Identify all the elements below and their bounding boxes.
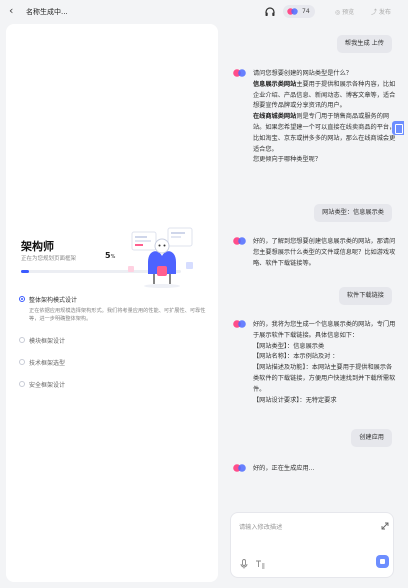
user-message: 网站类型：信息展示类: [314, 204, 392, 222]
top-bar: ‹ 名称生成中... 74 ◎ 预览 ⤴ 发布: [0, 0, 408, 24]
headset-icon[interactable]: [264, 6, 276, 18]
prompt-input-box[interactable]: 请输入修改描述: [230, 512, 394, 578]
bot-question: 您更倾向于哪种类型呢？: [253, 156, 322, 164]
assistant-avatar-icon: [233, 320, 246, 328]
step-item: 模块框架设计: [19, 336, 209, 345]
app-title: 名称生成中...: [26, 8, 68, 16]
step-status-icon: [19, 296, 25, 302]
assistant-avatar-icon: [233, 237, 246, 245]
bot-intro: 好的，我将为您生成一个信息展示类的网站，专门用于展示软件下载链接。具体信息如下：: [253, 321, 396, 339]
brand-logo-icon: [287, 8, 298, 15]
step-description: 正在依据应用规模选择架构形式。我们将考量应用的性能、可扩展性、可靠性等，进一步明…: [29, 308, 206, 322]
microphone-icon[interactable]: [240, 559, 248, 569]
text-format-icon[interactable]: [255, 559, 265, 569]
chevron-left-icon[interactable]: ‹: [9, 5, 13, 17]
summary-line: 【网站名称】：本示例站及对 ：: [253, 353, 339, 361]
summary-line: 【网站设计要求】：无特定要求: [253, 396, 337, 404]
user-message: 帮我生成 上传: [336, 35, 392, 53]
step-name: 技术框架选型: [29, 360, 66, 367]
role-subtitle: 正在为您规划页面框架: [21, 256, 77, 262]
user-message: 软件下载链接: [338, 287, 392, 305]
bot-message-text: 好的，我将为您生成一个信息展示类的网站，专门用于展示软件下载链接。具体信息如下：…: [253, 320, 396, 406]
progress-percent-unit: %: [110, 254, 116, 260]
step-list: 整体架构模式设计 正在依据应用规模选择架构形式。我们将考量应用的性能、可扩展性、…: [19, 295, 209, 402]
summary-line: 【网站类型】：信息展示类: [253, 342, 325, 350]
bot-message-text: 好的，正在生成应用...: [253, 465, 315, 472]
progress-fill: [21, 270, 29, 273]
option-shop-title: 在线商城类网站: [253, 113, 297, 121]
preview-button[interactable]: ◎ 预览: [335, 7, 354, 16]
prompt-input[interactable]: 请输入修改描述: [239, 522, 282, 531]
preview-label: 预览: [342, 9, 355, 16]
credits-count: 74: [302, 8, 310, 15]
step-name: 模块框架设计: [29, 338, 66, 345]
bot-message-text: 好的，了解到您想要创建信息展示类的网站，那请问您主要想展示什么类型的文件或信息呢…: [253, 238, 396, 267]
option-info-site: 信息展示类网站主要用于提供和展示各种内容，比如企业介绍、产品信息、新闻动态、博客…: [253, 80, 396, 112]
step-status-icon: [19, 337, 25, 343]
step-name: 整体架构模式设计: [29, 297, 78, 304]
step-status-icon: [19, 381, 25, 387]
architect-panel: 架构师 正在为您规划页面框架 5% 整体架构模式设计 正在依据应用规模选择架构形…: [6, 24, 218, 582]
step-item: 技术框架选型: [19, 358, 209, 367]
step-item: 安全框架设计: [19, 380, 209, 389]
summary-line: 【网站描述及功能】：本网站主要用于提供和展示各类软件的下载链接，方便用户快速找到…: [253, 364, 396, 393]
option-info-title: 信息展示类网站: [253, 80, 297, 88]
send-button[interactable]: [376, 555, 389, 568]
user-message: 创建应用: [351, 429, 392, 447]
credits-badge[interactable]: 74: [283, 5, 315, 18]
expand-icon[interactable]: [381, 522, 389, 530]
step-status-icon: [19, 359, 25, 365]
option-shop-site: 在线商城类网站则是专门用于销售商品或服务的网站。如果您希望建一个可以直接在线卖商…: [253, 112, 396, 155]
publish-label: 发布: [378, 9, 391, 16]
chat-panel: 帮我生成 上传 请问您想要创建的网站类型是什么？ 信息展示类网站主要用于提供和展…: [226, 24, 404, 582]
step-name: 安全框架设计: [29, 382, 66, 389]
assistant-avatar-icon: [233, 464, 246, 472]
progress-percent: 5%: [105, 251, 115, 260]
architect-illustration: [128, 227, 193, 288]
publish-button[interactable]: ⤴ 发布: [371, 7, 391, 16]
bot-message-text: 请问您想要创建的网站类型是什么？ 信息展示类网站主要用于提供和展示各种内容，比如…: [253, 69, 396, 166]
bot-intro: 请问您想要创建的网站类型是什么？: [253, 70, 352, 77]
step-item: 整体架构模式设计 正在依据应用规模选择架构形式。我们将考量应用的性能、可扩展性、…: [19, 295, 209, 323]
assistant-avatar-icon: [233, 69, 246, 77]
role-title: 架构师: [21, 240, 54, 253]
side-panel-toggle-icon[interactable]: [392, 121, 404, 135]
